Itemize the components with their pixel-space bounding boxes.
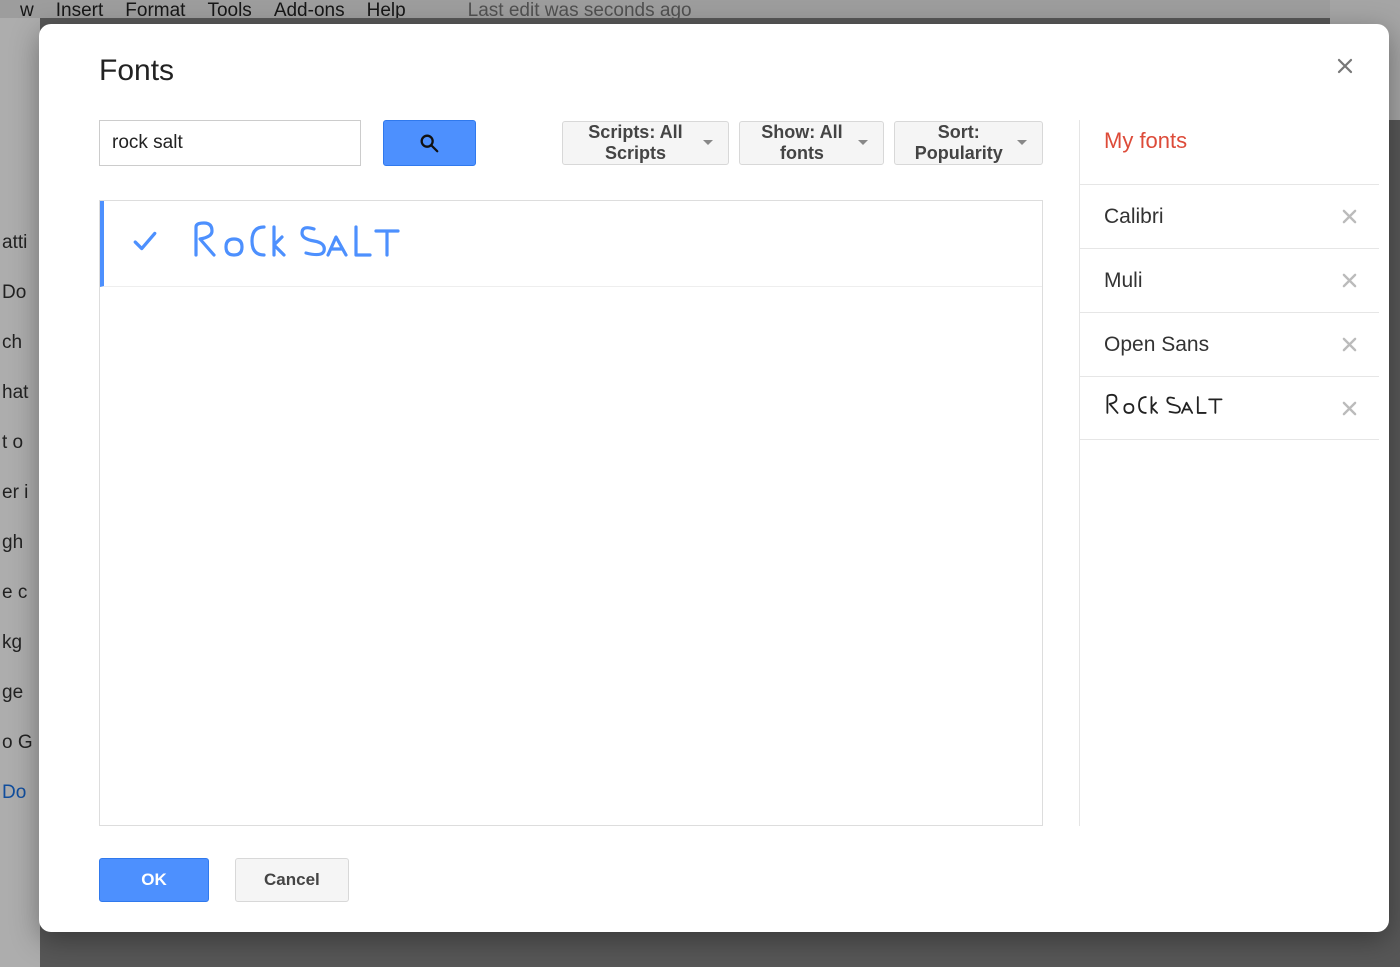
close-button[interactable] xyxy=(1327,48,1363,84)
fonts-dialog: Fonts Scripts: All Scripts Show: All fon… xyxy=(39,24,1389,932)
search-filter-row: Scripts: All Scripts Show: All fonts Sor… xyxy=(99,120,1043,166)
font-results-list[interactable] xyxy=(99,200,1043,826)
my-font-muli[interactable]: Muli xyxy=(1080,248,1379,312)
left-pane: Scripts: All Scripts Show: All fonts Sor… xyxy=(99,120,1043,826)
my-fonts-pane: My fonts Calibri Muli Open Sans xyxy=(1079,120,1379,826)
check-icon xyxy=(132,230,158,257)
remove-font-button[interactable] xyxy=(1342,401,1357,416)
chevron-down-icon xyxy=(857,139,869,147)
font-search-input[interactable] xyxy=(99,120,361,166)
font-preview-rock-salt-small xyxy=(1104,391,1234,419)
search-icon xyxy=(418,132,440,154)
chevron-down-icon xyxy=(1016,139,1028,147)
my-font-rock-salt[interactable] xyxy=(1080,376,1379,440)
my-font-label: Muli xyxy=(1104,269,1143,293)
my-font-label xyxy=(1104,391,1234,425)
my-font-calibri[interactable]: Calibri xyxy=(1080,184,1379,248)
scripts-filter[interactable]: Scripts: All Scripts xyxy=(562,121,730,165)
my-fonts-heading: My fonts xyxy=(1080,120,1379,184)
my-font-open-sans[interactable]: Open Sans xyxy=(1080,312,1379,376)
chevron-down-icon xyxy=(702,139,714,147)
dialog-footer: OK Cancel xyxy=(39,826,1389,902)
show-filter[interactable]: Show: All fonts xyxy=(739,121,884,165)
remove-font-button[interactable] xyxy=(1342,209,1357,224)
search-button[interactable] xyxy=(383,120,476,166)
remove-font-button[interactable] xyxy=(1342,337,1357,352)
cancel-button[interactable]: Cancel xyxy=(235,858,349,902)
font-result-rock-salt[interactable] xyxy=(100,201,1042,287)
font-preview-rock-salt xyxy=(190,219,420,268)
remove-font-button[interactable] xyxy=(1342,273,1357,288)
my-font-label: Open Sans xyxy=(1104,333,1209,357)
close-icon xyxy=(1336,57,1354,75)
sort-filter[interactable]: Sort: Popularity xyxy=(894,121,1043,165)
my-font-label: Calibri xyxy=(1104,205,1164,229)
dialog-title: Fonts xyxy=(39,54,1389,98)
ok-button[interactable]: OK xyxy=(99,858,209,902)
